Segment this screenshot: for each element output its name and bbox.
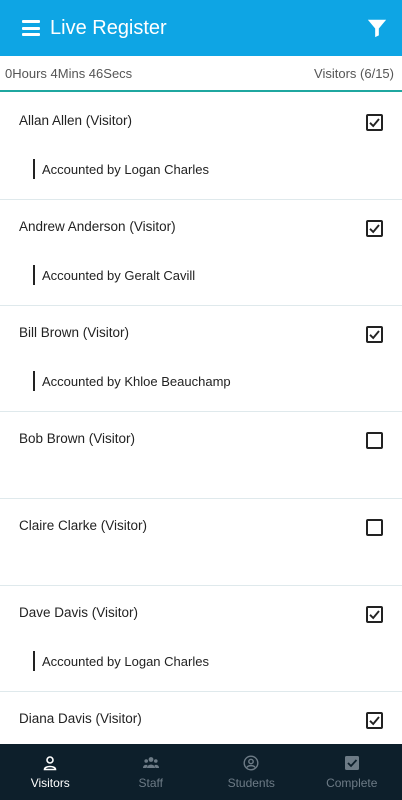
user-circle-icon	[243, 754, 259, 771]
group-icon	[142, 756, 159, 768]
check-icon	[369, 716, 380, 726]
visitor-row: Diana Davis (Visitor)	[0, 692, 402, 744]
page-title: Live Register	[50, 16, 167, 39]
register-checkbox[interactable]	[366, 606, 383, 623]
status-bar: 0Hours 4Mins 46Secs Visitors (6/15)	[0, 56, 402, 92]
check-icon	[369, 118, 380, 128]
bottom-nav: Visitors Staff Students Complete	[0, 744, 402, 800]
elapsed-time: 0Hours 4Mins 46Secs	[5, 65, 133, 81]
check-icon	[369, 224, 380, 234]
nav-label: Visitors	[30, 775, 70, 790]
register-checkbox[interactable]	[366, 326, 383, 343]
visitor-name: Bill Brown (Visitor)	[19, 325, 130, 340]
register-checkbox[interactable]	[366, 519, 383, 536]
accounted-by-label: Accounted by Logan Charles	[33, 159, 209, 179]
hamburger-icon[interactable]	[22, 20, 40, 36]
visitor-row: Andrew Anderson (Visitor) Accounted by G…	[0, 200, 402, 306]
person-icon	[43, 755, 57, 770]
filter-icon[interactable]	[366, 17, 388, 39]
nav-label: Students	[227, 775, 275, 790]
visitor-name: Diana Davis (Visitor)	[19, 711, 142, 726]
visitor-row: Claire Clarke (Visitor)	[0, 499, 402, 586]
check-icon	[369, 330, 380, 340]
accounted-by-label: Accounted by Khloe Beauchamp	[33, 371, 231, 391]
nav-tab-complete[interactable]: Complete	[302, 744, 402, 800]
nav-tab-staff[interactable]: Staff	[101, 744, 202, 800]
nav-label: Staff	[138, 775, 163, 790]
accounted-by-label: Accounted by Logan Charles	[33, 651, 209, 671]
nav-tab-students[interactable]: Students	[201, 744, 302, 800]
register-checkbox[interactable]	[366, 432, 383, 449]
visitor-name: Claire Clarke (Visitor)	[19, 518, 148, 533]
nav-tab-visitors[interactable]: Visitors	[0, 744, 101, 800]
check-icon	[369, 610, 380, 620]
visitor-row: Bill Brown (Visitor) Accounted by Khloe …	[0, 306, 402, 412]
visitor-name: Andrew Anderson (Visitor)	[19, 219, 176, 234]
visitor-name: Dave Davis (Visitor)	[19, 605, 139, 620]
app-header: Live Register	[0, 0, 402, 56]
visitor-list: Allan Allen (Visitor) Accounted by Logan…	[0, 94, 402, 744]
checkbox-icon	[344, 755, 359, 770]
visitor-row: Bob Brown (Visitor)	[0, 412, 402, 499]
accounted-by-label: Accounted by Geralt Cavill	[33, 265, 195, 285]
visitor-row: Allan Allen (Visitor) Accounted by Logan…	[0, 94, 402, 200]
visitor-count: Visitors (6/15)	[314, 65, 394, 81]
nav-label: Complete	[326, 775, 378, 790]
register-checkbox[interactable]	[366, 220, 383, 237]
visitor-name: Allan Allen (Visitor)	[19, 113, 133, 128]
visitor-name: Bob Brown (Visitor)	[19, 431, 136, 446]
register-checkbox[interactable]	[366, 114, 383, 131]
visitor-row: Dave Davis (Visitor) Accounted by Logan …	[0, 586, 402, 692]
register-checkbox[interactable]	[366, 712, 383, 729]
